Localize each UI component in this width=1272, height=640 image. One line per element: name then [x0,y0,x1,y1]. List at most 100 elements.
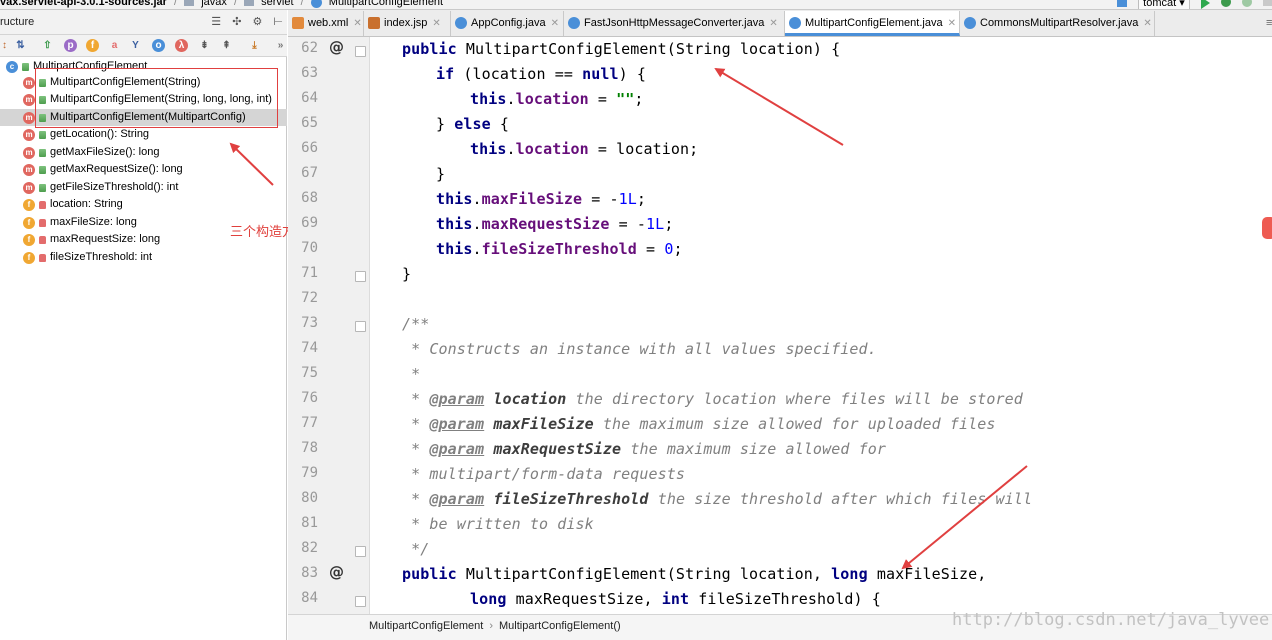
line-number: 63 [301,65,318,81]
autoscroll-icon[interactable]: ⤓ [248,39,261,52]
code-line-84: long maxRequestSize, int fileSizeThresho… [470,587,881,612]
nav-crumb-class[interactable]: MultipartConfigElement [329,0,443,8]
fold-marker-icon[interactable] [355,321,366,332]
code-token: . [472,240,482,258]
close-icon[interactable]: ✕ [769,18,777,29]
private-lock-icon [39,235,46,244]
nav-crumb-subpackage[interactable]: servlet [261,0,293,8]
code-area[interactable]: public MultipartConfigElement(String loc… [371,37,1272,617]
line-number: 76 [301,390,318,406]
breadcrumb-method[interactable]: MultipartConfigElement() [499,620,621,632]
tree-item-field-file-size-threshold[interactable]: f fileSizeThreshold: int [0,249,287,266]
editor-tab-bar: web.xml ✕ index.jsp ✕ AppConfig.java ✕ Fast… [288,10,1272,37]
code-token: = [588,90,617,108]
tree-item-get-max-file-size[interactable]: m getMaxFileSize(): long [0,144,287,161]
constructors-highlight-box [35,68,278,128]
line-number: 79 [301,465,318,481]
coverage-icon[interactable] [1241,0,1252,7]
editor-gutter: 62 63 64 65 66 67 68 69 70 71 72 73 74 7… [288,37,370,617]
tree-item-get-location[interactable]: m getLocation(): String [0,126,287,143]
fold-marker-icon[interactable] [355,596,366,607]
tab-commons-multipart-resolver[interactable]: CommonsMultipartResolver.java ✕ [960,11,1155,36]
code-token: = [636,240,665,258]
show-lambdas-icon[interactable]: Y [129,39,142,52]
line-number: 70 [301,240,318,256]
code-line-83: public MultipartConfigElement(String loc… [402,562,986,587]
tree-label: getMaxFileSize(): long [50,146,160,158]
run-icon[interactable] [1200,0,1210,9]
sort-alpha-icon[interactable]: ⇅ [14,39,27,52]
class-icon [964,17,976,30]
tab-multipart-config-element[interactable]: MultipartConfigElement.java ✕ [785,11,960,36]
stop-icon[interactable] [1263,0,1272,6]
sort-by-visibility-icon[interactable]: ↕ [0,39,11,52]
code-token: @param [429,390,485,408]
hide-icon[interactable]: ⊢ [273,16,283,28]
collapse-all-icon[interactable]: ☰ [211,16,221,28]
fold-marker-icon[interactable] [355,271,366,282]
public-icon [39,148,46,157]
show-non-public-icon[interactable]: a [108,39,121,52]
code-line-64: this.location = ""; [470,87,644,112]
show-lambda-icon[interactable]: λ [175,39,188,52]
expand-all-icon[interactable]: ⇟ [198,39,211,52]
tree-item-field-location[interactable]: f location: String [0,196,287,213]
code-token: @param [429,490,485,508]
tree-item-get-file-size-threshold[interactable]: m getFileSizeThreshold(): int [0,179,287,196]
tab-fastjson-converter[interactable]: FastJsonHttpMessageConverter.java ✕ [564,11,785,36]
code-token: 1L [618,190,637,208]
nav-crumb-jar[interactable]: vax.servlet-api-3.0.1-sources.jar [0,0,167,8]
tab-web-xml[interactable]: web.xml ✕ [288,11,364,36]
fold-marker-icon[interactable] [355,546,366,557]
code-token: maxFileSize [481,190,583,208]
show-inherited-icon[interactable]: ⇧ [41,39,54,52]
class-icon [568,17,580,30]
code-token: else [454,115,491,133]
breadcrumb-class[interactable]: MultipartConfigElement [369,620,483,632]
package-icon [244,0,255,7]
navigation-bar: vax.servlet-api-3.0.1-sources.jar / java… [0,0,1272,10]
code-line-69: this.maxRequestSize = -1L; [436,212,673,237]
tab-appconfig[interactable]: AppConfig.java ✕ [451,11,564,36]
build-icon[interactable] [1117,0,1128,7]
line-number: 73 [301,315,318,331]
show-properties-icon[interactable]: p [64,39,77,52]
run-config-select[interactable]: tomcat ▾ [1138,0,1190,9]
close-icon[interactable]: ✕ [353,18,361,29]
close-icon[interactable]: ✕ [1143,18,1151,29]
code-line-76: * @param location the directory location… [402,387,1023,412]
code-token: * [402,415,430,433]
code-token: fileSizeThreshold [493,490,649,508]
line-number: 69 [301,215,318,231]
fold-marker-icon[interactable] [355,46,366,57]
expand-icon[interactable]: ✣ [232,16,241,28]
gear-icon[interactable]: ⚙ [252,16,262,28]
notification-badge-icon[interactable] [1262,217,1272,239]
tab-index-jsp[interactable]: index.jsp ✕ [364,11,451,36]
code-token: public [402,565,457,583]
method-icon: m [23,128,35,141]
public-icon [39,183,46,192]
code-token: the maximum size allowed for uploaded fi… [593,415,996,433]
tree-item-get-max-request-size[interactable]: m getMaxRequestSize(): long [0,161,287,178]
close-icon[interactable]: ✕ [948,18,956,29]
overrides-marker-icon[interactable]: @ [329,38,344,56]
overrides-marker-icon[interactable]: @ [329,563,344,581]
code-token: 1L [646,215,665,233]
close-icon[interactable]: ✕ [432,18,440,29]
line-number: 64 [301,90,318,106]
code-token: long [831,565,868,583]
show-anonymous-icon[interactable]: o [152,39,165,52]
code-token: . [472,190,482,208]
tab-overflow-icon[interactable]: ≡ [1262,11,1272,36]
code-token: . [472,215,482,233]
close-icon[interactable]: ✕ [551,18,559,29]
more-icon[interactable]: » [274,39,287,52]
nav-crumb-package[interactable]: javax [201,0,227,8]
show-fields-icon[interactable]: f [86,39,99,52]
debug-icon[interactable] [1220,0,1231,7]
line-number: 65 [301,115,318,131]
collapse-all-icon[interactable]: ⇞ [220,39,233,52]
code-token: * [402,390,430,408]
